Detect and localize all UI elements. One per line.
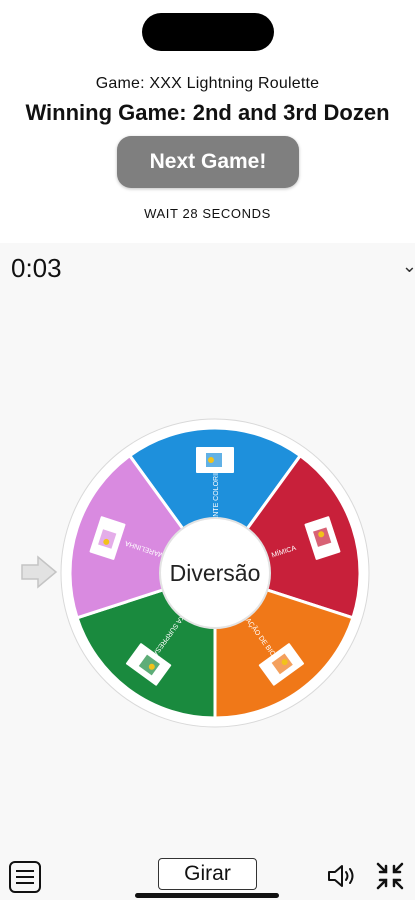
timer: 0:03 [11, 253, 62, 283]
chevron-down-icon[interactable]: ⌄ [402, 256, 415, 277]
dynamic-island [142, 13, 274, 51]
shrink-icon[interactable] [374, 860, 406, 892]
spinner-wheel[interactable]: ELEFANTE COLORIDO MÍMICA ADIVINHAÇÃO DE BI… [60, 418, 370, 728]
volume-icon[interactable] [326, 862, 358, 890]
segment-image-icon [196, 447, 234, 473]
next-game-button[interactable]: Next Game! [117, 136, 299, 188]
wheel-app-frame: 0:03 ⌄ ELEFANTE COLORIDO MÍMICA ADIVINHAÇÃ… [0, 243, 415, 900]
home-indicator[interactable] [135, 893, 279, 898]
menu-icon[interactable] [9, 861, 41, 893]
wait-countdown: WAIT 28 SECONDS [144, 206, 271, 221]
game-title: Game: XXX Lightning Roulette [95, 75, 320, 92]
wheel-center-label: Diversão [170, 560, 261, 586]
spin-button[interactable]: Girar [158, 858, 257, 890]
bottom-toolbar: Girar [0, 853, 415, 900]
arrow-right-icon [20, 555, 58, 594]
winning-game-title: Winning Game: 2nd and 3rd Dozen [25, 100, 390, 125]
